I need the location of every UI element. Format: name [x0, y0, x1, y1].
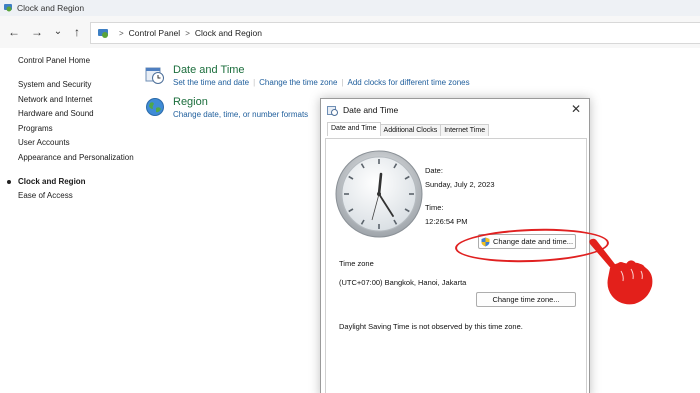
sidebar-item-programs[interactable]: Programs — [18, 122, 138, 137]
category-region: Region Change date, time, or number form… — [145, 95, 308, 121]
category-title-region[interactable]: Region — [173, 95, 308, 109]
dialog-tabs: Date and Time Additional Clocks Internet… — [327, 122, 490, 136]
sidebar-item-appearance[interactable]: Appearance and Personalization — [18, 151, 138, 175]
link-set-time-date[interactable]: Set the time and date — [173, 78, 249, 87]
breadcrumb-separator: > — [185, 28, 190, 38]
breadcrumb-separator: > — [119, 28, 124, 38]
time-value: 12:26:54 PM — [425, 217, 468, 226]
sidebar-item-system-security[interactable]: System and Security — [18, 78, 138, 93]
link-divider: | — [253, 78, 256, 87]
dialog-title: Date and Time — [343, 105, 399, 115]
up-arrow-icon[interactable]: ↑ — [70, 25, 84, 39]
link-change-formats[interactable]: Change date, time, or number formats — [173, 110, 308, 119]
pointing-hand-icon — [589, 238, 653, 305]
tab-additional-clocks[interactable]: Additional Clocks — [379, 124, 442, 136]
date-value: Sunday, July 2, 2023 — [425, 180, 495, 189]
time-zone-heading: Time zone — [339, 259, 374, 268]
change-time-zone-label: Change time zone... — [492, 295, 560, 304]
sidebar-item-clock-region[interactable]: Clock and Region — [7, 175, 138, 190]
change-time-zone-button[interactable]: Change time zone... — [476, 292, 576, 307]
breadcrumb-clock-and-region[interactable]: Clock and Region — [195, 28, 262, 38]
breadcrumb-control-panel[interactable]: Control Panel — [129, 28, 181, 38]
analog-clock — [335, 150, 423, 238]
link-change-time-zone[interactable]: Change the time zone — [259, 78, 337, 87]
window-title: Clock and Region — [17, 3, 85, 13]
date-time-icon — [327, 105, 338, 116]
category-title-date-time[interactable]: Date and Time — [173, 63, 470, 77]
back-arrow-icon[interactable]: ← — [7, 25, 21, 39]
tab-panel: Date: Sunday, July 2, 2023 Time: 12:26:5… — [325, 138, 587, 393]
sidebar: Control Panel Home System and Security N… — [7, 56, 138, 204]
sidebar-home-link[interactable]: Control Panel Home — [18, 56, 138, 65]
dst-note: Daylight Saving Time is not observed by … — [339, 322, 523, 331]
date-label: Date: — [425, 166, 443, 175]
sidebar-item-ease-of-access[interactable]: Ease of Access — [18, 189, 138, 204]
time-label: Time: — [425, 203, 444, 212]
category-date-time: Date and Time Set the time and date | Chan… — [145, 63, 470, 89]
tab-date-and-time[interactable]: Date and Time — [327, 122, 381, 136]
close-icon[interactable]: ✕ — [571, 103, 581, 115]
address-bar[interactable]: > Control Panel > Clock and Region — [90, 22, 700, 44]
dialog-titlebar: Date and Time ✕ — [321, 99, 589, 121]
control-panel-icon — [98, 28, 108, 38]
tab-internet-time[interactable]: Internet Time — [440, 124, 490, 136]
time-zone-value: (UTC+07:00) Bangkok, Hanoi, Jakarta — [339, 278, 467, 287]
forward-arrow-icon[interactable]: → — [30, 25, 44, 39]
window-titlebar: Clock and Region — [0, 0, 700, 16]
navigation-bar: ← → ⌄ ↑ > Control Panel > Clock and Regi… — [0, 16, 700, 48]
sidebar-item-hardware-sound[interactable]: Hardware and Sound — [18, 107, 138, 122]
link-add-clocks[interactable]: Add clocks for different time zones — [348, 78, 470, 87]
link-divider: | — [341, 78, 344, 87]
globe-icon — [146, 98, 164, 116]
control-panel-icon — [4, 4, 12, 12]
recent-locations-chevron-icon[interactable]: ⌄ — [51, 25, 65, 39]
date-time-icon — [145, 67, 164, 84]
sidebar-item-user-accounts[interactable]: User Accounts — [18, 136, 138, 151]
sidebar-item-network-internet[interactable]: Network and Internet — [18, 93, 138, 108]
